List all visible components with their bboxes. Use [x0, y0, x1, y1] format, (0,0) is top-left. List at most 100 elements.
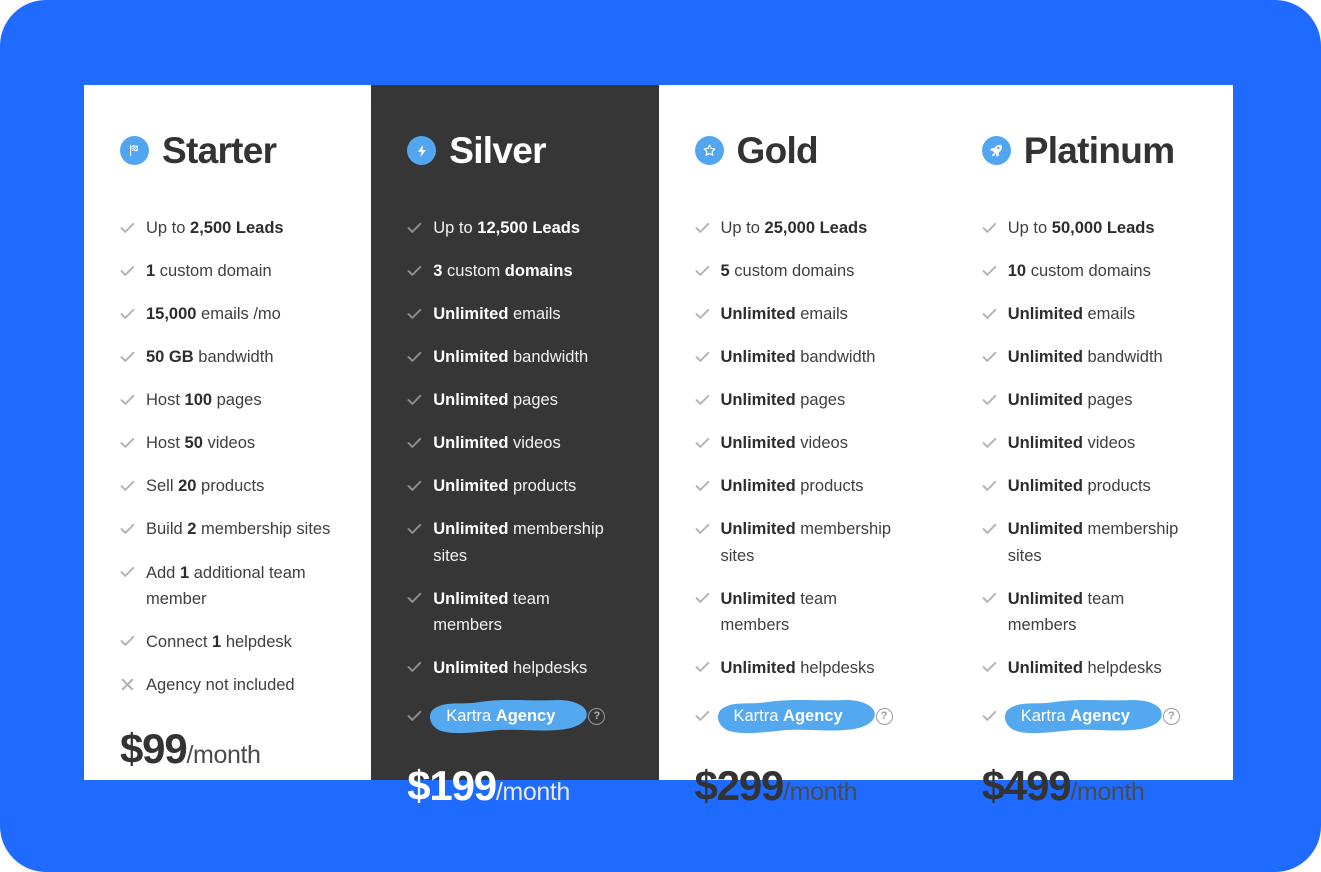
feature-label: Unlimited products — [433, 477, 577, 496]
flag-icon — [120, 136, 149, 165]
feature-label: Unlimited pages — [433, 391, 558, 410]
feature-item: Unlimited team members — [982, 586, 1197, 638]
feature-label: Sell 20 products — [146, 477, 265, 496]
check-icon — [407, 586, 422, 611]
feature-label: 15,000 emails /mo — [146, 305, 281, 324]
feature-label: Host 100 pages — [146, 391, 262, 410]
plan-column-gold: Gold Up to 25,000 Leads 5 custom domains Un… — [658, 85, 946, 809]
feature-label: Unlimited pages — [720, 391, 846, 410]
check-icon — [407, 387, 422, 412]
feature-label: Unlimited products — [1007, 477, 1151, 496]
feature-label: Up to 2,500 Leads — [146, 219, 284, 237]
feature-item: Unlimited pages — [695, 387, 910, 413]
feature-item: Agency not included — [120, 672, 335, 698]
feature-label: 3 custom domains — [433, 262, 573, 281]
plan-header: Gold — [694, 132, 910, 169]
check-icon — [120, 516, 135, 541]
check-icon — [982, 473, 997, 498]
feature-item: Unlimited bandwidth — [982, 344, 1197, 370]
feature-label: Connect 1 helpdesk — [146, 632, 292, 651]
plan-card-body: Silver Up to 12,500 Leads 3 custom domains… — [371, 85, 658, 809]
check-icon — [695, 586, 710, 611]
feature-item: Sell 20 products — [120, 473, 335, 499]
help-question-icon[interactable]: ? — [588, 707, 606, 725]
feature-item-agency: Kartra Agency? — [407, 698, 622, 735]
check-icon — [982, 301, 997, 326]
feature-item: Unlimited helpdesks — [695, 655, 910, 681]
pricing-page: Starter Up to 2,500 Leads 1 custom domain 1… — [0, 0, 1321, 872]
feature-item: Host 50 videos — [120, 430, 335, 456]
feature-item: Host 100 pages — [120, 387, 335, 413]
feature-label: Kartra Agency — [717, 698, 875, 735]
feature-item: Build 2 membership sites — [120, 516, 335, 542]
feature-label: Unlimited emails — [720, 305, 848, 324]
feature-item: Unlimited emails — [407, 301, 622, 327]
feature-item: Add 1 additional team member — [120, 560, 335, 612]
feature-item: Unlimited pages — [982, 387, 1197, 413]
feature-label: Unlimited emails — [1007, 305, 1136, 324]
plan-price: $199/month — [407, 762, 622, 855]
check-icon — [982, 344, 997, 369]
rocket-icon — [981, 136, 1011, 165]
check-icon — [695, 655, 710, 680]
check-icon — [695, 473, 710, 498]
feature-list: Up to 2,500 Leads 1 custom domain 15,000 e… — [120, 215, 335, 715]
check-icon — [120, 301, 135, 326]
check-icon — [695, 430, 710, 455]
feature-item: Unlimited membership sites — [695, 516, 910, 568]
feature-label: 1 custom domain — [146, 262, 272, 281]
feature-item: 3 custom domains — [407, 258, 622, 284]
feature-label: Up to 50,000 Leads — [1007, 219, 1155, 237]
feature-label: Unlimited videos — [1007, 434, 1136, 453]
feature-label: Unlimited membership sites — [720, 520, 892, 565]
plan-price: $299/month — [695, 762, 910, 855]
plan-title: Starter — [162, 130, 277, 171]
feature-item: Unlimited membership sites — [982, 516, 1197, 568]
plan-column-platinum: Platinum Up to 50,000 Leads 10 custom doma… — [945, 85, 1233, 809]
feature-item-agency: Kartra Agency? — [695, 698, 910, 735]
price-period: /month — [495, 777, 570, 806]
cross-icon — [120, 672, 135, 697]
feature-label: Unlimited membership sites — [1007, 520, 1179, 565]
help-question-icon[interactable]: ? — [1162, 707, 1180, 725]
price-amount: $499 — [981, 761, 1072, 809]
check-icon — [982, 215, 997, 240]
feature-item: 10 custom domains — [982, 258, 1197, 284]
feature-label: Unlimited team members — [433, 589, 550, 634]
check-icon — [695, 516, 710, 541]
check-icon — [407, 344, 422, 369]
check-icon — [695, 387, 710, 412]
feature-item: Unlimited team members — [695, 586, 910, 638]
price-amount: $99 — [120, 724, 188, 772]
plan-column-starter: Starter Up to 2,500 Leads 1 custom domain 1… — [84, 85, 372, 780]
help-question-icon[interactable]: ? — [875, 707, 893, 725]
plan-header: Silver — [407, 132, 622, 169]
feature-item: Unlimited products — [695, 473, 910, 499]
feature-item: Up to 50,000 Leads — [982, 215, 1197, 241]
check-icon — [120, 560, 135, 585]
check-icon — [982, 586, 997, 611]
feature-item-agency: Kartra Agency? — [982, 698, 1197, 735]
feature-item: Unlimited helpdesks — [982, 655, 1197, 681]
check-icon — [407, 430, 422, 455]
feature-item: Connect 1 helpdesk — [120, 629, 335, 655]
feature-list: Up to 25,000 Leads 5 custom domains Unlimi… — [695, 215, 910, 752]
lightning-bolt-icon — [407, 136, 437, 165]
feature-item: Unlimited products — [407, 473, 622, 499]
check-icon — [407, 215, 422, 240]
pricing-table: Starter Up to 2,500 Leads 1 custom domain 1… — [84, 85, 1233, 809]
check-icon — [407, 258, 422, 283]
plan-header: Platinum — [981, 132, 1197, 169]
check-icon — [407, 516, 422, 541]
feature-label: Unlimited bandwidth — [1007, 348, 1163, 367]
feature-item: Unlimited videos — [982, 430, 1197, 456]
plan-price: $499/month — [982, 762, 1197, 855]
feature-label: 10 custom domains — [1007, 262, 1151, 281]
feature-label: Unlimited helpdesks — [433, 658, 588, 677]
plan-title: Silver — [449, 130, 546, 171]
feature-label: Build 2 membership sites — [146, 520, 331, 539]
agency-highlight: Kartra Agency? — [1004, 698, 1180, 735]
check-icon — [982, 704, 997, 729]
feature-item: Up to 12,500 Leads — [407, 215, 622, 241]
feature-label: 5 custom domains — [720, 262, 855, 281]
